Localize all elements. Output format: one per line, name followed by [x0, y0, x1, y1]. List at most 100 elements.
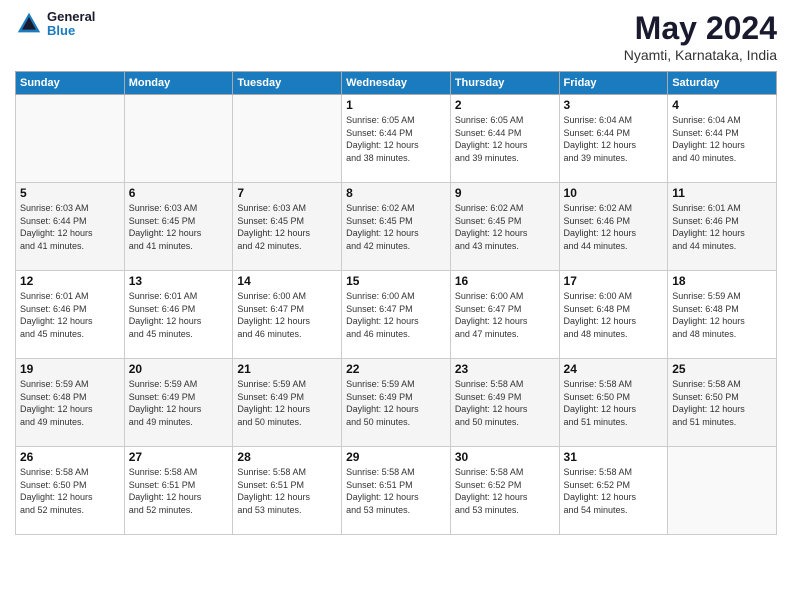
- day-number: 30: [455, 450, 555, 464]
- page: General Blue May 2024 Nyamti, Karnataka,…: [0, 0, 792, 612]
- day-header-saturday: Saturday: [668, 72, 777, 95]
- cell-info: Sunrise: 5:58 AM Sunset: 6:52 PM Dayligh…: [455, 466, 555, 516]
- day-number: 21: [237, 362, 337, 376]
- day-headers-row: SundayMondayTuesdayWednesdayThursdayFrid…: [16, 72, 777, 95]
- day-header-thursday: Thursday: [450, 72, 559, 95]
- cell-day: 26 Sunrise: 5:58 AM Sunset: 6:50 PM Dayli…: [16, 447, 125, 535]
- cell-day: 17Sunrise: 6:00 AM Sunset: 6:48 PM Dayli…: [559, 271, 668, 359]
- week-row-0: 1 Sunrise: 6:05 AM Sunset: 6:44 PM Daylig…: [16, 95, 777, 183]
- day-number: 10: [564, 186, 664, 200]
- cell-info: Sunrise: 5:58 AM Sunset: 6:50 PM Dayligh…: [672, 378, 772, 428]
- day-number: 3: [564, 98, 664, 112]
- cell-info: Sunrise: 5:58 AM Sunset: 6:51 PM Dayligh…: [346, 466, 446, 516]
- cell-day: 19 Sunrise: 5:59 AM Sunset: 6:48 PM Dayli…: [16, 359, 125, 447]
- cell-info: Sunrise: 6:00 AM Sunset: 6:47 PM Dayligh…: [455, 290, 555, 340]
- day-header-wednesday: Wednesday: [342, 72, 451, 95]
- day-number: 14: [237, 274, 337, 288]
- cell-day: 4Sunrise: 6:04 AM Sunset: 6:44 PM Daylig…: [668, 95, 777, 183]
- cell-info: Sunrise: 5:58 AM Sunset: 6:50 PM Dayligh…: [20, 466, 120, 516]
- logo-line1: General: [47, 10, 95, 24]
- cell-day: 13 Sunrise: 6:01 AM Sunset: 6:46 PM Dayli…: [124, 271, 233, 359]
- logo: General Blue: [15, 10, 95, 39]
- cell-info: Sunrise: 6:02 AM Sunset: 6:45 PM Dayligh…: [346, 202, 446, 252]
- day-number: 13: [129, 274, 229, 288]
- day-number: 24: [564, 362, 664, 376]
- cell-info: Sunrise: 6:03 AM Sunset: 6:45 PM Dayligh…: [129, 202, 229, 252]
- day-number: 15: [346, 274, 446, 288]
- day-number: 19: [20, 362, 120, 376]
- cell-day: 5 Sunrise: 6:03 AM Sunset: 6:44 PM Daylig…: [16, 183, 125, 271]
- day-number: 29: [346, 450, 446, 464]
- day-number: 22: [346, 362, 446, 376]
- cell-day: 7Sunrise: 6:03 AM Sunset: 6:45 PM Daylig…: [233, 183, 342, 271]
- cell-day: 29 Sunrise: 5:58 AM Sunset: 6:51 PM Dayli…: [342, 447, 451, 535]
- day-number: 4: [672, 98, 772, 112]
- cell-day: 16 Sunrise: 6:00 AM Sunset: 6:47 PM Dayli…: [450, 271, 559, 359]
- calendar: SundayMondayTuesdayWednesdayThursdayFrid…: [15, 71, 777, 535]
- day-number: 27: [129, 450, 229, 464]
- logo-icon: [15, 10, 43, 38]
- cell-info: Sunrise: 6:04 AM Sunset: 6:44 PM Dayligh…: [564, 114, 664, 164]
- cell-day: 9Sunrise: 6:02 AM Sunset: 6:45 PM Daylig…: [450, 183, 559, 271]
- day-number: 23: [455, 362, 555, 376]
- cell-day: 1 Sunrise: 6:05 AM Sunset: 6:44 PM Daylig…: [342, 95, 451, 183]
- calendar-header: SundayMondayTuesdayWednesdayThursdayFrid…: [16, 72, 777, 95]
- day-number: 17: [564, 274, 664, 288]
- day-number: 11: [672, 186, 772, 200]
- cell-day: 18Sunrise: 5:59 AM Sunset: 6:48 PM Dayli…: [668, 271, 777, 359]
- day-number: 9: [455, 186, 555, 200]
- day-number: 16: [455, 274, 555, 288]
- day-number: 20: [129, 362, 229, 376]
- cell-day: [233, 95, 342, 183]
- day-header-sunday: Sunday: [16, 72, 125, 95]
- day-header-tuesday: Tuesday: [233, 72, 342, 95]
- day-number: 12: [20, 274, 120, 288]
- cell-day: 27 Sunrise: 5:58 AM Sunset: 6:51 PM Dayli…: [124, 447, 233, 535]
- subtitle: Nyamti, Karnataka, India: [624, 47, 777, 63]
- calendar-body: 1 Sunrise: 6:05 AM Sunset: 6:44 PM Daylig…: [16, 95, 777, 535]
- cell-day: 24 Sunrise: 5:58 AM Sunset: 6:50 PM Dayli…: [559, 359, 668, 447]
- cell-info: Sunrise: 6:00 AM Sunset: 6:47 PM Dayligh…: [346, 290, 446, 340]
- cell-info: Sunrise: 6:01 AM Sunset: 6:46 PM Dayligh…: [672, 202, 772, 252]
- cell-day: 3 Sunrise: 6:04 AM Sunset: 6:44 PM Daylig…: [559, 95, 668, 183]
- day-number: 25: [672, 362, 772, 376]
- day-header-friday: Friday: [559, 72, 668, 95]
- cell-info: Sunrise: 5:59 AM Sunset: 6:48 PM Dayligh…: [672, 290, 772, 340]
- cell-day: 20 Sunrise: 5:59 AM Sunset: 6:49 PM Dayli…: [124, 359, 233, 447]
- cell-info: Sunrise: 6:03 AM Sunset: 6:44 PM Dayligh…: [20, 202, 120, 252]
- day-number: 5: [20, 186, 120, 200]
- cell-day: [668, 447, 777, 535]
- logo-line2: Blue: [47, 24, 95, 38]
- cell-info: Sunrise: 6:01 AM Sunset: 6:46 PM Dayligh…: [20, 290, 120, 340]
- cell-day: 2Sunrise: 6:05 AM Sunset: 6:44 PM Daylig…: [450, 95, 559, 183]
- cell-day: 25 Sunrise: 5:58 AM Sunset: 6:50 PM Dayli…: [668, 359, 777, 447]
- cell-info: Sunrise: 5:58 AM Sunset: 6:50 PM Dayligh…: [564, 378, 664, 428]
- cell-day: 15 Sunrise: 6:00 AM Sunset: 6:47 PM Dayli…: [342, 271, 451, 359]
- week-row-4: 26 Sunrise: 5:58 AM Sunset: 6:50 PM Dayli…: [16, 447, 777, 535]
- week-row-3: 19 Sunrise: 5:59 AM Sunset: 6:48 PM Dayli…: [16, 359, 777, 447]
- cell-day: 23 Sunrise: 5:58 AM Sunset: 6:49 PM Dayli…: [450, 359, 559, 447]
- cell-info: Sunrise: 6:05 AM Sunset: 6:44 PM Dayligh…: [346, 114, 446, 164]
- cell-day: 22Sunrise: 5:59 AM Sunset: 6:49 PM Dayli…: [342, 359, 451, 447]
- day-number: 8: [346, 186, 446, 200]
- cell-info: Sunrise: 5:58 AM Sunset: 6:49 PM Dayligh…: [455, 378, 555, 428]
- cell-day: 11 Sunrise: 6:01 AM Sunset: 6:46 PM Dayli…: [668, 183, 777, 271]
- cell-info: Sunrise: 5:59 AM Sunset: 6:48 PM Dayligh…: [20, 378, 120, 428]
- main-title: May 2024: [624, 10, 777, 47]
- week-row-2: 12 Sunrise: 6:01 AM Sunset: 6:46 PM Dayli…: [16, 271, 777, 359]
- day-number: 26: [20, 450, 120, 464]
- day-number: 1: [346, 98, 446, 112]
- cell-day: 8 Sunrise: 6:02 AM Sunset: 6:45 PM Daylig…: [342, 183, 451, 271]
- logo-text: General Blue: [47, 10, 95, 39]
- cell-info: Sunrise: 5:59 AM Sunset: 6:49 PM Dayligh…: [129, 378, 229, 428]
- cell-day: 30 Sunrise: 5:58 AM Sunset: 6:52 PM Dayli…: [450, 447, 559, 535]
- cell-day: 12 Sunrise: 6:01 AM Sunset: 6:46 PM Dayli…: [16, 271, 125, 359]
- cell-info: Sunrise: 6:02 AM Sunset: 6:46 PM Dayligh…: [564, 202, 664, 252]
- cell-info: Sunrise: 5:58 AM Sunset: 6:51 PM Dayligh…: [237, 466, 337, 516]
- cell-info: Sunrise: 5:58 AM Sunset: 6:51 PM Dayligh…: [129, 466, 229, 516]
- day-header-monday: Monday: [124, 72, 233, 95]
- day-number: 7: [237, 186, 337, 200]
- cell-info: Sunrise: 6:01 AM Sunset: 6:46 PM Dayligh…: [129, 290, 229, 340]
- cell-day: [16, 95, 125, 183]
- day-number: 28: [237, 450, 337, 464]
